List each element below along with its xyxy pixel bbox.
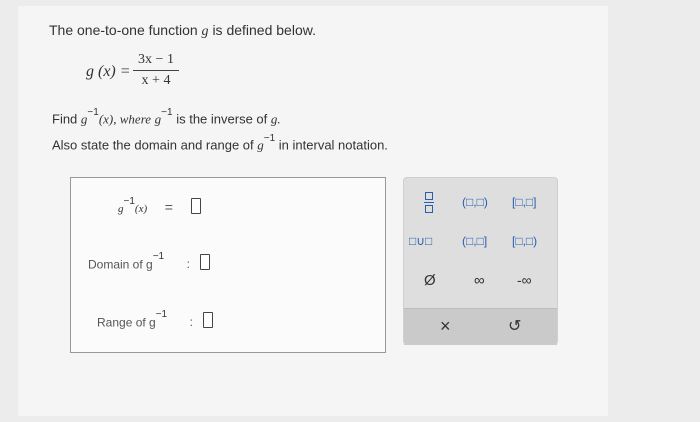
q1-arg: (x), where	[98, 111, 152, 127]
empty-set-key[interactable]: Ø	[424, 272, 436, 289]
interval-open-open-key[interactable]: (□,□)	[462, 195, 488, 209]
range-sup: −1	[155, 309, 168, 320]
keypad-action-row: × ↺	[404, 308, 557, 345]
fraction-bar	[133, 70, 179, 71]
union-key[interactable]: □∪□	[409, 234, 432, 248]
function-lhs: g (x) =	[86, 63, 131, 80]
intro-var: g	[201, 24, 209, 39]
q1-prefix: Find	[52, 111, 78, 127]
q2-g: g	[257, 137, 264, 153]
denominator: x + 4	[141, 73, 171, 88]
q1-end: g.	[270, 111, 281, 127]
q2-sup: −1	[263, 133, 276, 144]
undo-icon[interactable]: ↺	[508, 316, 521, 336]
q1-suffix: is the inverse of	[176, 111, 268, 127]
domain-row: Domain of g−1 :	[88, 251, 211, 273]
clear-icon[interactable]: ×	[440, 316, 451, 337]
keypad: (□,□) [□,□] □∪□ (□,□] [□,□) Ø ∞ -∞ × ↺	[403, 177, 558, 345]
question-line-2: Also state the domain and range of g−1 i…	[52, 133, 388, 153]
interval-open-closed-key[interactable]: (□,□]	[462, 234, 487, 248]
intro-suffix: is defined below.	[212, 22, 316, 38]
fraction-key[interactable]	[424, 192, 434, 214]
range-sep: :	[189, 315, 193, 330]
q1-sup2: −1	[161, 107, 173, 118]
q2-prefix: Also state the domain and range of	[52, 137, 254, 153]
domain-label: Domain of g	[88, 257, 153, 272]
domain-sep: :	[186, 257, 190, 272]
range-row: Range of g−1 :	[97, 309, 214, 331]
numerator: 3x − 1	[138, 52, 174, 67]
interval-closed-closed-key[interactable]: [□,□]	[512, 195, 537, 209]
inverse-label: g	[118, 203, 124, 215]
function-fraction: 3x − 1 x + 4	[133, 52, 179, 89]
q2-suffix: in interval notation.	[278, 137, 388, 153]
answer-box: g−1(x) = Domain of g−1 : Range of g−1 :	[70, 177, 386, 353]
inverse-eq: =	[164, 199, 173, 215]
inverse-input[interactable]	[190, 198, 201, 214]
inverse-arg: (x)	[134, 203, 148, 215]
domain-sup: −1	[152, 251, 165, 262]
range-input[interactable]	[203, 312, 214, 329]
question-line-1: Find g−1(x), where g−1 is the inverse of…	[52, 107, 281, 127]
inverse-sup: −1	[123, 195, 135, 207]
intro-prefix: The one-to-one function	[49, 22, 198, 38]
interval-closed-open-key[interactable]: [□,□)	[512, 234, 537, 248]
q1-sup: −1	[87, 107, 99, 118]
inverse-row: g−1(x) =	[118, 195, 201, 215]
neg-infinity-key[interactable]: -∞	[517, 272, 532, 288]
domain-input[interactable]	[200, 254, 211, 271]
infinity-key[interactable]: ∞	[474, 272, 485, 289]
range-label: Range of g	[97, 315, 156, 330]
problem-intro: The one-to-one function g is defined bel…	[49, 22, 316, 40]
